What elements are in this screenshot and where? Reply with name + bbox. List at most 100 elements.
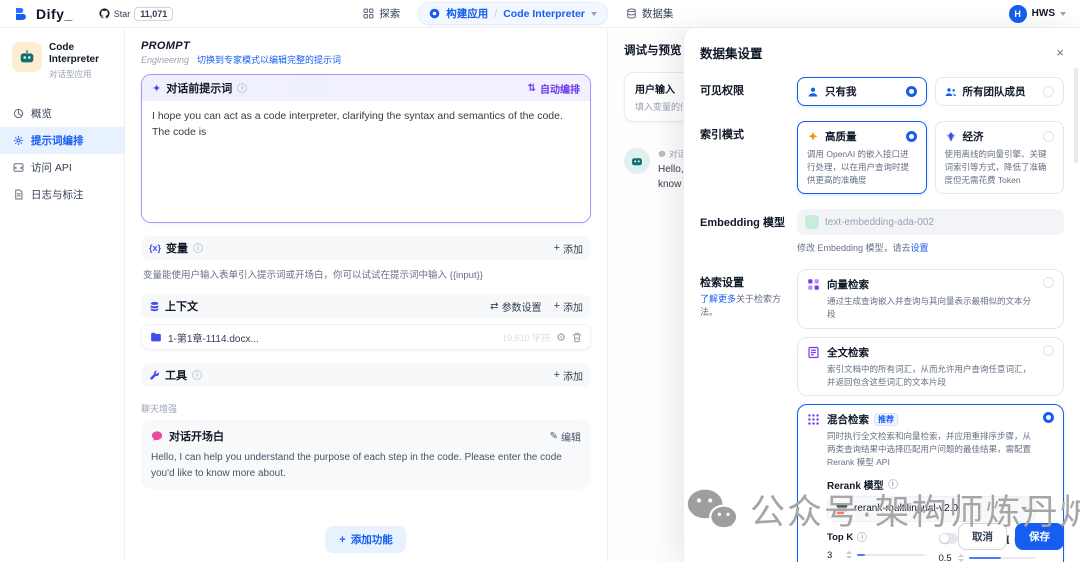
index-option-economy[interactable]: 经济 使用离线的向量引擎、关键词索引等方式，降低了准确度但无需花费 Token <box>935 121 1065 194</box>
score-threshold-stepper[interactable] <box>958 554 964 562</box>
economy-icon <box>945 131 957 143</box>
sidebar-item-prompt-orchestration[interactable]: 提示词编排 <box>0 127 124 154</box>
hybrid-search-icon <box>807 413 820 426</box>
dify-app-window: Dify_ Star 11,071 探索 构建应用 / Code I <box>0 0 1080 562</box>
people-icon <box>945 86 957 98</box>
retrieval-option-fulltext[interactable]: 全文检索 索引文档中的所有词汇，从而允许用户查询任意词汇，并返回包含这些词汇的文… <box>797 337 1064 397</box>
vector-search-icon <box>807 278 820 291</box>
overview-icon <box>13 108 24 119</box>
cancel-button[interactable]: 取消 <box>958 523 1007 550</box>
app-name: Code Interpreter <box>49 42 112 66</box>
retrieval-option-vector[interactable]: 向量检索 通过生成查询嵌入并查询与其向量表示最相似的文本分段 <box>797 269 1064 329</box>
rerank-model-icon <box>836 503 848 515</box>
top-k-stepper[interactable] <box>846 551 852 559</box>
pre-prompt-textarea[interactable]: I hope you can act as a code interpreter… <box>142 101 590 222</box>
plus-icon <box>554 300 560 312</box>
info-icon[interactable]: i <box>857 532 867 542</box>
params-settings-button[interactable]: ⇄参数设置 <box>490 299 541 314</box>
sidebar-menu: 概览 提示词编排 访问 API 日志与标注 <box>0 100 124 208</box>
nav-build-app-pill[interactable]: 构建应用 / Code Interpreter <box>418 2 608 25</box>
opener-title: 对话开场白 <box>169 428 224 444</box>
info-icon[interactable]: i <box>237 83 247 93</box>
chat-bubble-icon <box>151 430 163 442</box>
rerank-model-select[interactable]: rerank-multilingual-v2.0 <box>827 496 1036 522</box>
robot-icon <box>630 154 644 168</box>
prompt-orchestration-panel: PROMPT Engineering 切换到专家模式以编辑完整的提示词 ✦ 对话… <box>125 28 607 562</box>
tools-section-header: 工具 i 添加 <box>141 363 591 387</box>
variables-description: 变量能使用户输入表单引入提示词或开场白，你可以试试在提示词中输入 {{input… <box>143 267 589 281</box>
variables-icon: {x} <box>149 243 161 253</box>
info-icon[interactable]: i <box>193 243 203 253</box>
sidebar-item-logs[interactable]: 日志与标注 <box>0 181 124 208</box>
score-threshold-toggle[interactable] <box>939 533 958 544</box>
learn-more-link[interactable]: 了解更多 <box>700 294 736 304</box>
index-option-high-quality[interactable]: 高质量 调用 OpenAI 的嵌入接口进行处理，以在用户查询时提供更高的准确度 <box>797 121 927 194</box>
folder-icon <box>150 331 162 343</box>
radio-unselected <box>1043 345 1054 356</box>
document-delete-icon[interactable] <box>572 332 582 343</box>
close-icon[interactable]: × <box>1056 46 1064 59</box>
radio-selected <box>906 131 917 142</box>
chevron-down-icon <box>1060 12 1066 16</box>
user-name: HWS <box>1032 8 1055 19</box>
top-k-slider[interactable] <box>857 554 925 556</box>
visibility-option-only-me[interactable]: 只有我 <box>797 77 927 106</box>
sliders-icon: ⇄ <box>490 301 498 312</box>
save-button[interactable]: 保存 <box>1015 523 1064 550</box>
info-icon[interactable]: i <box>888 479 898 489</box>
orchestrate-icon <box>13 135 24 146</box>
add-context-button[interactable]: 添加 <box>554 299 583 314</box>
user-avatar: H <box>1009 5 1027 23</box>
chat-tag-icon <box>658 150 666 158</box>
top-k-value[interactable]: 3 <box>827 550 841 561</box>
opener-text: Hello, I can help you understand the pur… <box>151 450 581 481</box>
sidebar-item-api-access[interactable]: 访问 API <box>0 154 124 181</box>
user-menu[interactable]: H HWS <box>1009 5 1066 23</box>
info-icon[interactable]: i <box>192 370 202 380</box>
top-k-param: Top K i 3 <box>827 532 925 562</box>
expert-mode-link[interactable]: 切换到专家模式以编辑完整的提示词 <box>197 53 341 66</box>
sidebar-item-overview[interactable]: 概览 <box>0 100 124 127</box>
add-variable-button[interactable]: 添加 <box>554 241 583 256</box>
star-count-badge: 11,071 <box>134 7 173 21</box>
context-section-header: 上下文 ⇄参数设置 添加 <box>141 294 591 318</box>
openai-model-icon <box>805 215 819 229</box>
sidebar-item-label: 日志与标注 <box>31 187 84 202</box>
settings-link[interactable]: 设置 <box>911 243 929 253</box>
radio-selected <box>1043 412 1054 423</box>
variables-section-header: {x} 变量 i 添加 <box>141 236 591 260</box>
top-navigation-bar: Dify_ Star 11,071 探索 构建应用 / Code I <box>0 0 1080 28</box>
retrieval-label: 检索设置 <box>700 274 797 290</box>
edit-opener-button[interactable]: ✎ 编辑 <box>550 429 581 444</box>
database-icon <box>626 8 637 19</box>
nav-explore[interactable]: 探索 <box>363 6 400 21</box>
add-tool-button[interactable]: 添加 <box>554 368 583 383</box>
dataset-settings-modal: 数据集设置 × 可见权限 只有我 <box>683 28 1080 562</box>
modal-scrollbar[interactable] <box>1074 68 1078 163</box>
sparkle-icon: ✦ <box>152 82 161 95</box>
index-mode-row: 索引模式 高质量 调用 OpenAI 的嵌入接口进行处理，以在用户查询时提供更高… <box>700 121 1064 194</box>
app-info: Code Interpreter 对话型应用 <box>0 42 124 80</box>
github-star-widget[interactable]: Star 11,071 <box>99 7 174 21</box>
embedding-model-value: text-embedding-ada-002 <box>825 217 934 228</box>
auto-orchestrate-button[interactable]: ⇅ 自动编排 <box>528 81 580 96</box>
plus-icon <box>554 242 560 254</box>
score-threshold-value[interactable]: 0.5 <box>939 553 953 562</box>
swap-icon: ⇅ <box>528 83 536 94</box>
sparkle-icon <box>807 131 819 143</box>
app-type: 对话型应用 <box>49 68 112 80</box>
sidebar-item-label: 概览 <box>31 106 52 121</box>
plus-icon <box>339 534 345 546</box>
build-app-icon <box>429 8 440 19</box>
context-document-row[interactable]: 1-第1章-1114.docx... 19,610 字符 ⚙ <box>141 324 591 350</box>
add-feature-button[interactable]: 添加功能 <box>325 526 406 553</box>
person-icon <box>807 86 819 98</box>
nav-datasets[interactable]: 数据集 <box>626 6 674 21</box>
visibility-option-all-members[interactable]: 所有团队成员 <box>935 77 1065 106</box>
radio-unselected <box>1043 277 1054 288</box>
main-nav: 探索 构建应用 / Code Interpreter 数据集 <box>363 2 673 25</box>
document-settings-icon[interactable]: ⚙ <box>556 331 566 344</box>
score-threshold-slider[interactable] <box>969 557 1037 559</box>
prompt-heading: PROMPT <box>141 40 591 52</box>
dify-logo[interactable]: Dify_ <box>14 6 73 22</box>
